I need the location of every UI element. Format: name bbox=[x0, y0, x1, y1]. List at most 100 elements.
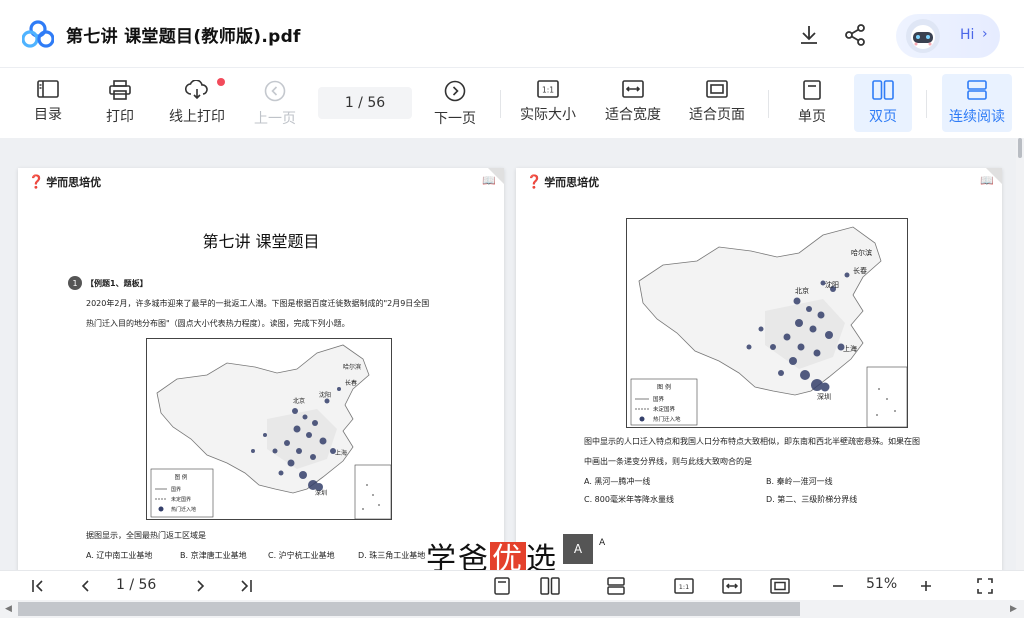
fit-page-button[interactable]: 适合页面 bbox=[684, 76, 750, 130]
last-page-icon[interactable] bbox=[238, 577, 254, 595]
zoom-out-icon[interactable] bbox=[830, 577, 846, 595]
assistant-button[interactable]: Hi › bbox=[896, 14, 1000, 58]
divider bbox=[926, 90, 927, 118]
horizontal-scrollbar[interactable]: ◀ ▶ bbox=[0, 600, 1024, 618]
svg-text:上海: 上海 bbox=[843, 344, 857, 353]
divider bbox=[500, 90, 501, 118]
brand-logo: ❓ 学而思培优 bbox=[526, 174, 600, 190]
print-label: 打印 bbox=[106, 109, 134, 125]
toc-label: 目录 bbox=[34, 107, 62, 123]
bottom-page-indicator[interactable]: 1 / 56 bbox=[116, 577, 156, 593]
fit-width-icon bbox=[622, 80, 644, 98]
prev-page-label: 上一页 bbox=[254, 111, 296, 127]
document-title: 第七讲 课堂题目(教师版).pdf bbox=[66, 27, 301, 47]
svg-text:北京: 北京 bbox=[293, 397, 305, 405]
fullscreen-icon[interactable] bbox=[976, 577, 994, 595]
watermark-badge: A bbox=[563, 534, 593, 564]
svg-text:未定国界: 未定国界 bbox=[171, 496, 191, 503]
continuous-view-icon[interactable] bbox=[606, 577, 626, 595]
share-icon[interactable] bbox=[842, 22, 868, 48]
question-number: 1 bbox=[68, 276, 82, 290]
option-d: D. 第二、三级阶梯分界线 bbox=[766, 495, 858, 504]
continuous-read-label: 连续阅读 bbox=[949, 109, 1005, 125]
toc-icon bbox=[37, 80, 59, 98]
vertical-scroll-thumb[interactable] bbox=[1018, 138, 1022, 158]
prev-page-icon[interactable] bbox=[78, 577, 94, 595]
watermark-mark: A bbox=[599, 538, 606, 548]
toc-button[interactable]: 目录 bbox=[22, 76, 74, 130]
svg-text:国界: 国界 bbox=[171, 487, 181, 493]
actual-size-icon: 1:1 bbox=[537, 80, 559, 98]
svg-text:哈尔滨: 哈尔滨 bbox=[343, 363, 361, 371]
svg-text:图 例: 图 例 bbox=[175, 473, 188, 481]
book-icon: 📖 bbox=[980, 174, 994, 187]
option-c: C. 800毫米年等降水量线 bbox=[584, 495, 674, 504]
zoom-level[interactable]: 51% bbox=[866, 576, 897, 592]
divider bbox=[768, 90, 769, 118]
svg-text:深圳: 深圳 bbox=[315, 489, 327, 497]
double-page-label: 双页 bbox=[869, 109, 897, 125]
fit-width-icon[interactable] bbox=[722, 577, 742, 595]
pdf-page-left: ❓ 学而思培优 📖 第七讲 课堂题目 1 【例题1、题板】 2020年2月，许多城… bbox=[18, 168, 504, 570]
bottom-toolbar: 1 / 56 1:1 51% bbox=[0, 570, 1024, 600]
single-page-button[interactable]: 单页 bbox=[786, 76, 838, 130]
question-text: 热门迁入目的地分布图"（圆点大小代表热力程度）。读图，完成下列小题。 bbox=[86, 319, 350, 328]
page-title: 第七讲 课堂题目 bbox=[202, 232, 320, 251]
svg-text:1:1: 1:1 bbox=[679, 583, 689, 591]
prev-page-button[interactable]: 上一页 bbox=[248, 76, 302, 130]
single-page-icon bbox=[803, 80, 821, 100]
toolbar: 目录 打印 线上打印 上一页 1 / 56 下一页 1:1 实际大小 适合宽度 … bbox=[0, 68, 1024, 138]
china-map: 哈尔滨 长春 沈阳 北京 上海 深圳 图 例 国界 未定国界 热门迁入地 bbox=[626, 218, 908, 428]
double-page-view-icon[interactable] bbox=[540, 577, 560, 595]
svg-text:1:1: 1:1 bbox=[542, 86, 554, 95]
scroll-left-icon[interactable]: ◀ bbox=[5, 604, 12, 614]
question-text: 中画出一条递变分界线，则与此线大致吻合的是 bbox=[584, 457, 752, 466]
actual-size-button[interactable]: 1:1 实际大小 bbox=[514, 76, 582, 130]
next-page-icon[interactable] bbox=[192, 577, 208, 595]
svg-text:上海: 上海 bbox=[335, 449, 347, 457]
svg-text:长春: 长春 bbox=[853, 266, 867, 275]
svg-text:图 例: 图 例 bbox=[657, 383, 671, 391]
assistant-label: Hi bbox=[960, 27, 975, 43]
download-icon[interactable] bbox=[796, 22, 822, 48]
actual-size-icon[interactable]: 1:1 bbox=[674, 577, 694, 595]
page-input[interactable]: 1 / 56 bbox=[318, 87, 412, 119]
vertical-scrollbar[interactable] bbox=[1016, 138, 1024, 570]
svg-text:国界: 国界 bbox=[653, 396, 665, 403]
fit-page-label: 适合页面 bbox=[689, 107, 745, 123]
svg-text:沈阳: 沈阳 bbox=[319, 391, 331, 399]
double-page-button[interactable]: 双页 bbox=[854, 74, 912, 132]
chevron-right-icon: › bbox=[982, 26, 988, 42]
single-page-view-icon[interactable] bbox=[494, 577, 510, 595]
first-page-icon[interactable] bbox=[30, 577, 46, 595]
title-bar: 第七讲 课堂题目(教师版).pdf Hi › bbox=[0, 0, 1024, 68]
document-viewer[interactable]: ❓ 学而思培优 📖 第七讲 课堂题目 1 【例题1、题板】 2020年2月，许多城… bbox=[0, 138, 1024, 570]
book-icon: 📖 bbox=[482, 174, 496, 187]
chevron-right-circle-icon bbox=[444, 80, 466, 102]
chevron-left-circle-icon bbox=[264, 80, 286, 102]
double-page-icon bbox=[872, 80, 894, 100]
zoom-in-icon[interactable] bbox=[918, 577, 934, 595]
fit-page-icon[interactable] bbox=[770, 577, 790, 595]
horizontal-scroll-thumb[interactable] bbox=[18, 602, 800, 616]
china-map-graphic: 哈尔滨 长春 沈阳 北京 上海 深圳 图 例 国界 未定国界 热门迁入地 bbox=[150, 344, 392, 520]
china-map-graphic: 哈尔滨 长春 沈阳 北京 上海 深圳 图 例 国界 未定国界 热门迁入地 bbox=[630, 226, 908, 428]
question-text: 图中显示的人口迁入特点和我国人口分布特点大致相似，即东南和西北半壁疏密悬殊。如果… bbox=[584, 437, 920, 446]
option-b: B. 京津唐工业基地 bbox=[180, 551, 247, 560]
question-text: 2020年2月，许多城市迎来了最早的一批返工人潮。下图是根据百度迁徙数据制成的"… bbox=[86, 299, 430, 308]
scroll-right-icon[interactable]: ▶ bbox=[1010, 604, 1017, 614]
question-text: 据图显示，全国最热门返工区域是 bbox=[86, 531, 206, 540]
option-a: A. 辽中南工业基地 bbox=[86, 551, 153, 560]
app-logo-icon bbox=[22, 20, 54, 48]
svg-text:深圳: 深圳 bbox=[817, 392, 831, 401]
china-map: 哈尔滨 长春 沈阳 北京 上海 深圳 图 例 国界 未定国界 热门迁入地 bbox=[146, 338, 392, 520]
print-button[interactable]: 打印 bbox=[94, 76, 146, 130]
fit-width-button[interactable]: 适合宽度 bbox=[600, 76, 666, 130]
single-page-label: 单页 bbox=[798, 109, 826, 125]
brand-logo: ❓ 学而思培优 bbox=[28, 174, 102, 190]
option-b: B. 秦岭—淮河一线 bbox=[766, 477, 833, 486]
next-page-button[interactable]: 下一页 bbox=[428, 76, 482, 130]
svg-text:长春: 长春 bbox=[345, 379, 357, 387]
continuous-read-button[interactable]: 连续阅读 bbox=[942, 74, 1012, 132]
continuous-read-icon bbox=[967, 80, 987, 100]
